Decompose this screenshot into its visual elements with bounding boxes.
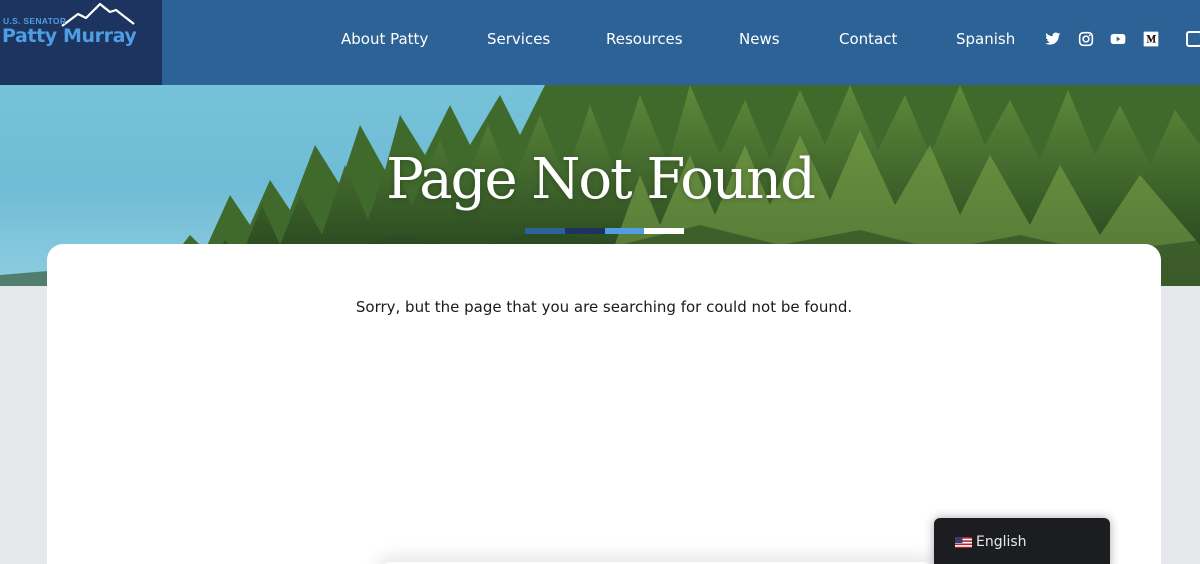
site-logo[interactable]: U.S. SENATOR Patty Murray <box>0 0 162 85</box>
page-title: Page Not Found <box>386 147 816 212</box>
content-card: Sorry, but the page that you are searchi… <box>47 244 1161 564</box>
nav-spanish[interactable]: Spanish <box>956 30 1015 48</box>
nav-news[interactable]: News <box>739 30 780 48</box>
title-divider <box>525 228 684 234</box>
nav-resources[interactable]: Resources <box>606 30 683 48</box>
divider-segment <box>604 228 645 234</box>
instagram-icon[interactable] <box>1078 31 1094 47</box>
overflow-menu-icon[interactable] <box>1186 31 1200 47</box>
us-flag-icon <box>955 537 972 548</box>
nav-services[interactable]: Services <box>487 30 550 48</box>
logo-name: Patty Murray <box>2 25 137 47</box>
language-switcher[interactable]: English <box>934 518 1110 564</box>
divider-segment <box>564 228 605 234</box>
divider-segment <box>644 228 684 234</box>
nav-about-patty[interactable]: About Patty <box>341 30 428 48</box>
site-header: U.S. SENATOR Patty Murray About Patty Se… <box>0 0 1200 85</box>
medium-icon[interactable] <box>1143 31 1159 47</box>
nav-contact[interactable]: Contact <box>839 30 897 48</box>
youtube-icon[interactable] <box>1110 31 1126 47</box>
not-found-message: Sorry, but the page that you are searchi… <box>355 298 853 316</box>
language-label: English <box>976 534 1027 550</box>
divider-segment <box>525 228 565 234</box>
twitter-icon[interactable] <box>1045 31 1061 47</box>
